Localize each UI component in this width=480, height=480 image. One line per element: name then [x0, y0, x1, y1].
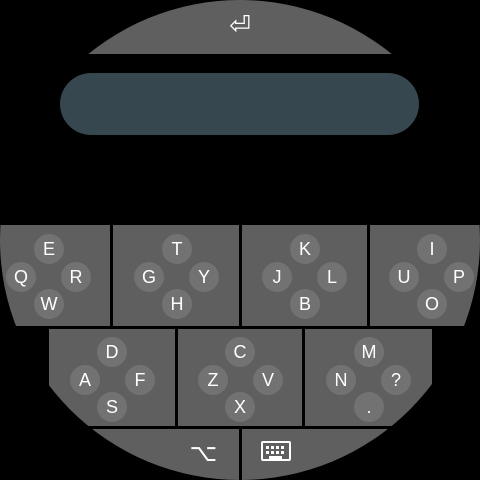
- key-d[interactable]: D: [97, 337, 127, 367]
- key-cluster-3: K J L B: [242, 225, 367, 326]
- key-k[interactable]: K: [290, 234, 320, 264]
- key-h[interactable]: H: [162, 289, 192, 319]
- keyboard: E Q R W T G Y H K J L B I U P O D A F S: [0, 225, 480, 480]
- key-b[interactable]: B: [290, 289, 320, 319]
- key-p[interactable]: P: [444, 262, 474, 292]
- key-n[interactable]: N: [326, 365, 356, 395]
- key-a[interactable]: A: [70, 365, 100, 395]
- key-cluster-4: I U P O: [370, 225, 480, 326]
- key-g[interactable]: G: [134, 262, 164, 292]
- key-period[interactable]: .: [354, 392, 384, 422]
- key-i[interactable]: I: [417, 234, 447, 264]
- key-w[interactable]: W: [34, 289, 64, 319]
- key-cluster-2: T G Y H: [113, 225, 239, 326]
- key-l[interactable]: L: [317, 262, 347, 292]
- enter-button[interactable]: ⏎: [0, 0, 480, 54]
- key-x[interactable]: X: [225, 392, 255, 422]
- enter-icon: ⏎: [229, 11, 251, 41]
- key-cluster-5: D A F S: [49, 329, 175, 426]
- key-e[interactable]: E: [34, 234, 64, 264]
- key-f[interactable]: F: [125, 365, 155, 395]
- key-q[interactable]: Q: [6, 262, 36, 292]
- key-r[interactable]: R: [61, 262, 91, 292]
- key-m[interactable]: M: [354, 337, 384, 367]
- key-y[interactable]: Y: [189, 262, 219, 292]
- input-text: [88, 73, 391, 135]
- key-c[interactable]: C: [225, 337, 255, 367]
- key-cluster-6: C Z V X: [178, 329, 302, 426]
- keyboard-switch-button[interactable]: [242, 429, 480, 480]
- watch-screen: ⏎ E Q R W T G Y H K J L B I U P O D A F …: [0, 0, 480, 480]
- text-input-field[interactable]: [60, 73, 419, 135]
- key-cluster-7: M N ? .: [305, 329, 432, 426]
- key-s[interactable]: S: [97, 392, 127, 422]
- keyboard-icon: [261, 441, 291, 461]
- key-j[interactable]: J: [262, 262, 292, 292]
- symbols-button[interactable]: ⌥: [0, 429, 239, 480]
- key-cluster-1: E Q R W: [0, 225, 110, 326]
- key-z[interactable]: Z: [198, 365, 228, 395]
- key-t[interactable]: T: [162, 234, 192, 264]
- key-question-mark[interactable]: ?: [381, 365, 411, 395]
- key-v[interactable]: V: [253, 365, 283, 395]
- key-u[interactable]: U: [389, 262, 419, 292]
- key-o[interactable]: O: [417, 289, 447, 319]
- option-icon: ⌥: [189, 439, 218, 467]
